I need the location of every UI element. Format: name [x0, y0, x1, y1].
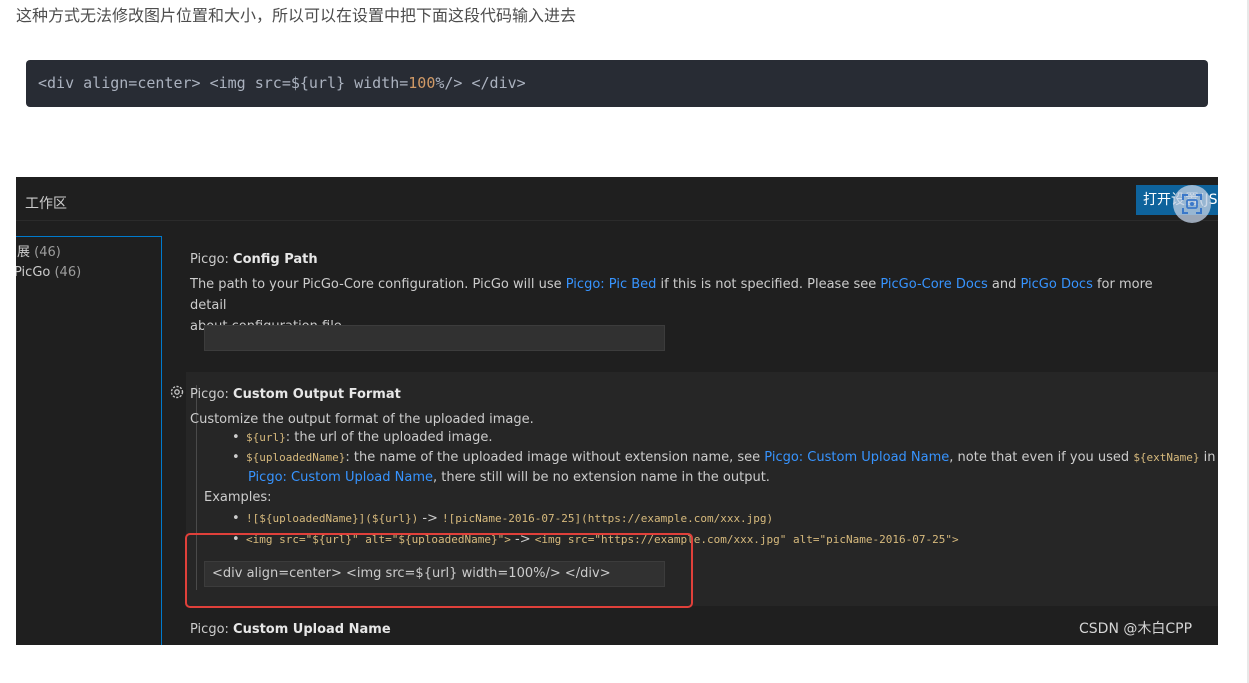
setting-category: Picgo: — [190, 622, 234, 637]
list-item: • ${uploadedName}: the name of the upload… — [232, 450, 1216, 465]
list-item: • ${url}: the url of the uploaded image. — [232, 430, 493, 445]
code-text-b: %/> </div> — [435, 74, 526, 92]
examples-label: Examples: — [204, 490, 272, 505]
settings-topbar: 工作区 打开设置(JSON) — [16, 177, 1218, 223]
link-picgo-docs[interactable]: PicGo Docs — [1020, 277, 1092, 292]
desc-text: and — [987, 277, 1021, 292]
setting-category: Picgo: — [190, 387, 234, 402]
setting-custom-upload-name: Picgo: Custom Upload Name — [190, 622, 1218, 637]
desc-text: if this is not specified. Please see — [656, 277, 881, 292]
setting-config-path: Picgo: Config Path — [190, 252, 1218, 267]
desc-text: The path to your PicGo-Core configuratio… — [190, 277, 566, 292]
link-pic-bed[interactable]: Picgo: Pic Bed — [566, 277, 657, 292]
setting-title: Picgo: Config Path — [190, 252, 1218, 267]
setting-title: Picgo: Custom Upload Name — [190, 622, 1218, 637]
screenshot-tool-icon[interactable] — [1173, 185, 1211, 223]
config-path-input[interactable] — [204, 325, 665, 351]
setting-name: Custom Output Format — [233, 387, 401, 402]
example-item: • ![${uploadedName}](${url}) -> ![picName… — [232, 511, 774, 526]
setting-title: Picgo: Custom Output Format — [190, 387, 1218, 402]
inline-code: ![picName-2016-07-25](https://example.co… — [442, 512, 774, 525]
csdn-watermark: CSDN @木白CPP — [1079, 621, 1193, 637]
setting-custom-output-format: Picgo: Custom Output Format — [190, 387, 1218, 402]
code-text-a: <div align=center> <img src=${url} width… — [38, 74, 409, 92]
list-text: , note that even if you used — [949, 450, 1134, 465]
gear-icon[interactable] — [168, 383, 186, 401]
link-custom-upload-name[interactable]: Picgo: Custom Upload Name — [248, 470, 433, 485]
list-item-continuation: Picgo: Custom Upload Name, there still w… — [248, 470, 770, 485]
link-picgo-core-docs[interactable]: PicGo-Core Docs — [880, 277, 987, 292]
setting-category: Picgo: — [190, 252, 234, 267]
list-text: in — [1199, 450, 1216, 465]
toc-item-count: (46) — [54, 265, 82, 280]
arrow-text: -> — [418, 511, 443, 526]
list-text: , there still will be no extension name … — [433, 470, 770, 485]
highlight-box — [185, 533, 693, 608]
inline-code: ${url} — [246, 431, 286, 444]
setting-name: Custom Upload Name — [233, 622, 391, 637]
toc-item-label: 展 — [17, 245, 31, 260]
setting-name: Config Path — [233, 252, 318, 267]
setting-description: Customize the output format of the uploa… — [190, 412, 534, 427]
code-number: 100 — [408, 74, 436, 92]
tab-workspace[interactable]: 工作区 — [25, 193, 67, 213]
link-custom-upload-name[interactable]: Picgo: Custom Upload Name — [764, 450, 949, 465]
toc-item-extensions[interactable]: 展 (46) — [17, 241, 61, 260]
inline-code: ${extName} — [1133, 451, 1200, 464]
list-text: : the name of the uploaded image without… — [345, 450, 765, 465]
article-paragraph: 这种方式无法修改图片位置和大小，所以可以在设置中把下面这段代码输入进去 — [16, 6, 577, 25]
list-text: : the url of the uploaded image. — [285, 430, 493, 445]
vscode-settings-screenshot: 工作区 打开设置(JSON) 展 (46) PicGo (46) Picgo: … — [16, 177, 1218, 645]
inline-code: ${uploadedName} — [246, 451, 346, 464]
code-block: <div align=center> <img src=${url} width… — [26, 60, 1208, 107]
toc-item-picgo[interactable]: PicGo (46) — [16, 265, 81, 280]
toc-item-label: PicGo — [16, 265, 51, 280]
settings-toc — [16, 236, 162, 645]
toc-item-count: (46) — [34, 245, 61, 260]
inline-code: ![${uploadedName}](${url}) — [246, 512, 419, 525]
